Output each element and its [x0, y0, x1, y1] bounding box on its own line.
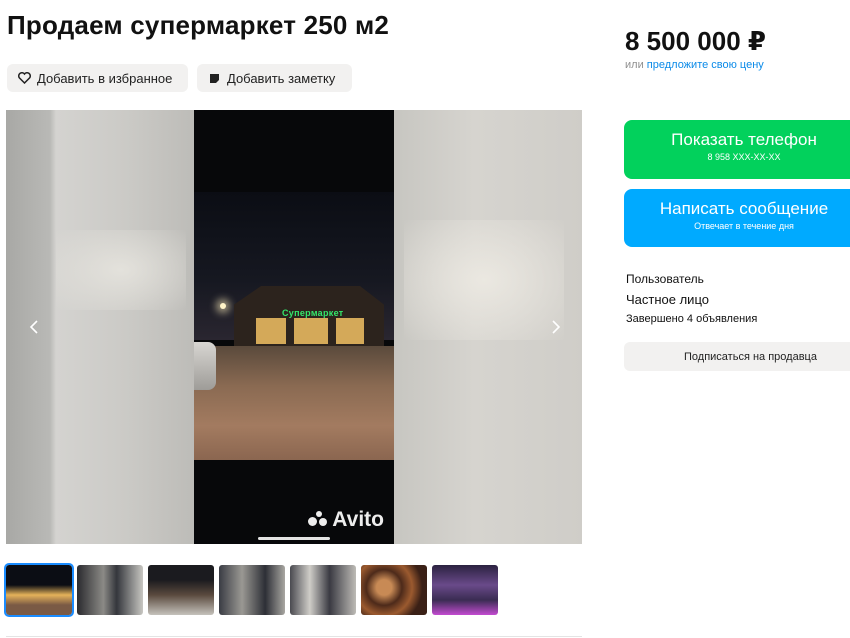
response-time: Отвечает в течение дня	[694, 221, 794, 231]
offer-price-link[interactable]: предложите свою цену	[647, 59, 764, 71]
thumbnail-5[interactable]	[290, 565, 356, 615]
subscribe-seller-button[interactable]: Подписаться на продавца	[624, 342, 850, 371]
thumbnail-strip	[4, 563, 498, 617]
seller-completed-listings: Завершено 4 объявления	[626, 313, 758, 325]
thumbnail-3[interactable]	[148, 565, 214, 615]
seller-name[interactable]: Пользователь	[626, 272, 704, 286]
thumbnail-7[interactable]	[432, 565, 498, 615]
photo-ground	[194, 346, 394, 460]
video-progress-bar	[258, 537, 330, 540]
show-phone-button[interactable]: Показать телефон 8 958 XXX-XX-XX	[624, 120, 850, 179]
seller-type: Частное лицо	[626, 292, 709, 307]
avito-logo-icon	[308, 511, 328, 529]
subscribe-seller-label: Подписаться на продавца	[684, 350, 817, 363]
add-to-favorites-label: Добавить в избранное	[37, 70, 173, 86]
write-message-label: Написать сообщение	[659, 199, 829, 218]
listing-title: Продаем супермаркет 250 м2	[7, 10, 390, 40]
avito-watermark: Avito	[308, 508, 384, 532]
store-sign: Супермаркет	[282, 308, 344, 318]
main-photo[interactable]: Супермаркет Avito	[194, 110, 394, 544]
street-lamp	[220, 303, 226, 309]
write-message-button[interactable]: Написать сообщение Отвечает в течение дн…	[624, 189, 850, 247]
thumbnail-1[interactable]	[4, 563, 74, 617]
previous-photo-button[interactable]	[22, 315, 46, 339]
add-note-button[interactable]: Добавить заметку	[197, 64, 352, 92]
add-to-favorites-button[interactable]: Добавить в избранное	[7, 64, 188, 92]
photo-gallery[interactable]: Супермаркет Avito	[6, 110, 582, 544]
note-icon	[207, 71, 221, 85]
price: 8 500 000 ₽	[625, 26, 766, 56]
listing-page: Продаем супермаркет 250 м2 Добавить в из…	[0, 0, 850, 638]
masked-phone: 8 958 XXX-XX-XX	[707, 152, 781, 162]
chevron-left-icon	[29, 320, 38, 334]
parked-car	[194, 342, 216, 390]
thumbnail-6[interactable]	[361, 565, 427, 615]
add-note-label: Добавить заметку	[227, 70, 336, 86]
chevron-right-icon	[552, 320, 561, 334]
price-offer: или предложите свою цену	[625, 59, 764, 71]
offer-prefix: или	[625, 59, 644, 71]
show-phone-label: Показать телефон	[671, 130, 817, 149]
thumbnail-4[interactable]	[219, 565, 285, 615]
thumbnail-2[interactable]	[77, 565, 143, 615]
section-divider	[6, 636, 582, 637]
avito-logo-text: Avito	[332, 508, 384, 531]
next-photo-button[interactable]	[544, 315, 568, 339]
heart-icon	[17, 71, 31, 85]
